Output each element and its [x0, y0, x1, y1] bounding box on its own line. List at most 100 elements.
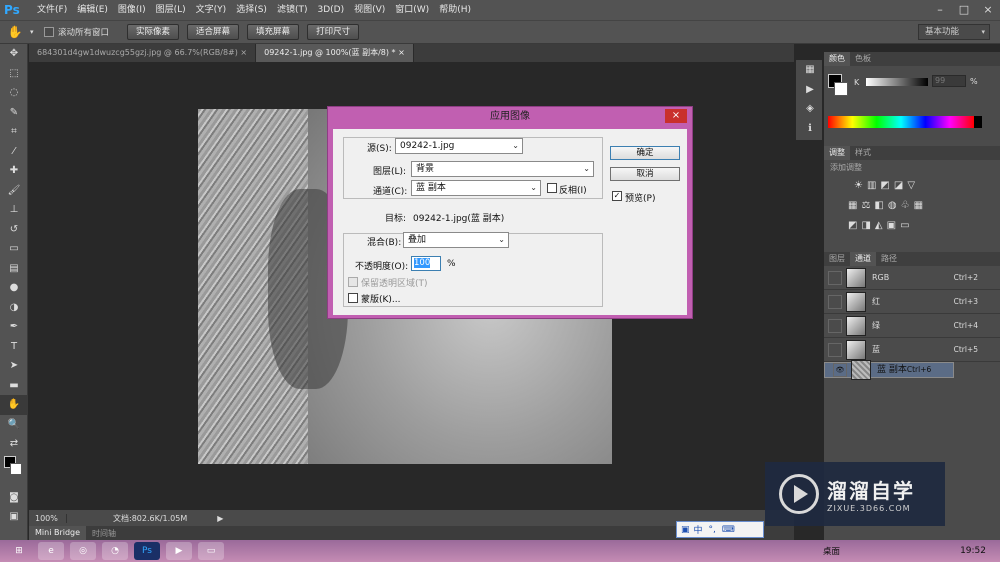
eye-icon[interactable]: 👁	[833, 363, 847, 377]
healing-tool-icon[interactable]: ✚	[0, 161, 28, 181]
zoom-level[interactable]: 100%	[29, 513, 67, 523]
type-tool-icon[interactable]: T	[0, 337, 28, 357]
browser-icon[interactable]: ◔	[102, 542, 128, 560]
tab-close-icon[interactable]: ×	[398, 48, 405, 57]
folder-icon[interactable]: ▭	[198, 542, 224, 560]
status-menu-arrow-icon[interactable]: ▶	[217, 514, 223, 523]
menu-window[interactable]: 窗口(W)	[390, 0, 434, 20]
media-icon[interactable]: ▶	[166, 542, 192, 560]
brightness-icon[interactable]: ☀	[854, 180, 863, 191]
blend-select[interactable]: 叠加 ⌄	[403, 232, 509, 248]
tab-channels[interactable]: 通道	[850, 252, 876, 266]
wechat-icon[interactable]: ◎	[70, 542, 96, 560]
start-button-icon[interactable]: ⊞	[6, 542, 32, 560]
scroll-all-windows-checkbox[interactable]	[44, 27, 54, 37]
history-brush-tool-icon[interactable]: ↺	[0, 220, 28, 240]
ime-mode[interactable]: 中	[694, 523, 703, 536]
menu-help[interactable]: 帮助(H)	[434, 0, 476, 20]
channel-row-rgb[interactable]: RGB Ctrl+2	[824, 266, 1000, 290]
actions-panel-icon[interactable]: ▶	[796, 80, 824, 100]
fill-screen-button[interactable]: 填充屏幕	[247, 24, 300, 40]
invert-checkbox[interactable]	[547, 183, 557, 193]
lasso-tool-icon[interactable]: ◌	[0, 83, 28, 103]
ime-punct-icon[interactable]: °,	[709, 525, 716, 535]
dialog-close-button[interactable]: ×	[665, 109, 687, 123]
cancel-button[interactable]: 取消	[610, 167, 680, 181]
hand-tool-icon[interactable]: ✋	[0, 395, 28, 415]
channel-row-red[interactable]: 红 Ctrl+3	[824, 290, 1000, 314]
tab-adjustments[interactable]: 调整	[824, 146, 850, 160]
levels-icon[interactable]: ▥	[867, 180, 876, 191]
eyedropper-tool-icon[interactable]: ⁄	[0, 142, 28, 162]
ime-toolbar[interactable]: ▣ 中 °, ⌨	[676, 521, 764, 538]
color-spectrum-bar[interactable]	[828, 116, 974, 128]
pen-tool-icon[interactable]: ✒	[0, 317, 28, 337]
tab-mini-bridge[interactable]: Mini Bridge	[29, 526, 87, 540]
visibility-toggle[interactable]	[828, 342, 842, 357]
swap-colors-icon[interactable]: ⇄	[0, 434, 28, 454]
threshold-icon[interactable]: ◭	[875, 220, 883, 231]
curves-icon[interactable]: ◩	[880, 180, 889, 191]
print-size-button[interactable]: 打印尺寸	[307, 24, 360, 40]
menu-layer[interactable]: 图层(L)	[151, 0, 191, 20]
channel-select[interactable]: 蓝 副本 ⌄	[411, 180, 541, 196]
shape-tool-icon[interactable]: ▬	[0, 376, 28, 396]
ie-icon[interactable]: e	[38, 542, 64, 560]
selective-color-icon[interactable]: ▣	[887, 220, 896, 231]
photoshop-taskbar-icon[interactable]: Ps	[134, 542, 160, 560]
menu-filter[interactable]: 滤镜(T)	[272, 0, 313, 20]
eraser-tool-icon[interactable]: ▭	[0, 239, 28, 259]
marquee-tool-icon[interactable]: ⬚	[0, 64, 28, 84]
history-panel-icon[interactable]: ▦	[796, 60, 824, 80]
screen-mode-icon[interactable]: ▣	[0, 507, 28, 527]
clock[interactable]: 19:52	[960, 546, 986, 556]
ime-keyboard-icon[interactable]: ⌨	[722, 525, 735, 535]
photo-filter-icon[interactable]: ◍	[888, 200, 897, 211]
hue-sat-icon[interactable]: ▦	[848, 200, 857, 211]
channel-mixer-icon[interactable]: ♧	[901, 200, 910, 211]
preserve-transparency-checkbox[interactable]	[348, 277, 358, 287]
gradient-tool-icon[interactable]: ▤	[0, 259, 28, 279]
minimize-button[interactable]: –	[928, 0, 952, 20]
vibrance-icon[interactable]: ▽	[907, 180, 915, 191]
gradient-map-icon[interactable]: ▭	[900, 220, 909, 231]
tab-paths[interactable]: 路径	[876, 252, 902, 266]
color-swatches-icon[interactable]	[0, 454, 28, 488]
tab-close-icon[interactable]: ×	[240, 48, 247, 57]
close-window-button[interactable]: ×	[976, 0, 1000, 20]
menu-file[interactable]: 文件(F)	[32, 0, 72, 20]
quick-mask-icon[interactable]: ◙	[0, 488, 28, 508]
mask-checkbox[interactable]	[348, 293, 358, 303]
visibility-toggle[interactable]	[828, 270, 842, 285]
tab-swatches[interactable]: 色板	[850, 52, 876, 66]
layer-select[interactable]: 背景 ⌄	[411, 161, 594, 177]
blur-tool-icon[interactable]: ●	[0, 278, 28, 298]
tab-styles[interactable]: 样式	[850, 146, 876, 160]
channel-row-blue[interactable]: 蓝 Ctrl+5	[824, 338, 1000, 362]
actual-pixels-button[interactable]: 实际像素	[127, 24, 180, 40]
maximize-button[interactable]: □	[952, 0, 976, 20]
dodge-tool-icon[interactable]: ◑	[0, 298, 28, 318]
tab-layers[interactable]: 图层	[824, 252, 850, 266]
invert-icon[interactable]: ◩	[848, 220, 857, 231]
visibility-toggle[interactable]	[828, 294, 842, 309]
black-white-icon[interactable]: ◧	[874, 200, 883, 211]
source-select[interactable]: 09242-1.jpg ⌄	[395, 138, 523, 154]
fit-screen-button[interactable]: 适合屏幕	[187, 24, 240, 40]
tab-document-1[interactable]: 684301d4gw1dwuzcg55gzj.jpg @ 66.7%(RGB/8…	[29, 44, 257, 62]
k-value-field[interactable]: 99	[932, 75, 966, 87]
channel-row-green[interactable]: 绿 Ctrl+4	[824, 314, 1000, 338]
ok-button[interactable]: 确定	[610, 146, 680, 160]
menu-select[interactable]: 选择(S)	[231, 0, 272, 20]
preview-checkbox[interactable]: ✓	[612, 191, 622, 201]
menu-edit[interactable]: 编辑(E)	[72, 0, 113, 20]
background-color-swatch[interactable]	[834, 82, 848, 96]
menu-type[interactable]: 文字(Y)	[191, 0, 232, 20]
stamp-tool-icon[interactable]: ⊥	[0, 200, 28, 220]
path-select-tool-icon[interactable]: ➤	[0, 356, 28, 376]
info-panel-icon[interactable]: ℹ	[796, 119, 824, 139]
tab-timeline[interactable]: 时间轴	[86, 528, 122, 539]
opacity-input[interactable]: 100	[411, 256, 441, 271]
color-lookup-icon[interactable]: ▦	[914, 200, 923, 211]
zoom-tool-icon[interactable]: 🔍	[0, 415, 28, 435]
